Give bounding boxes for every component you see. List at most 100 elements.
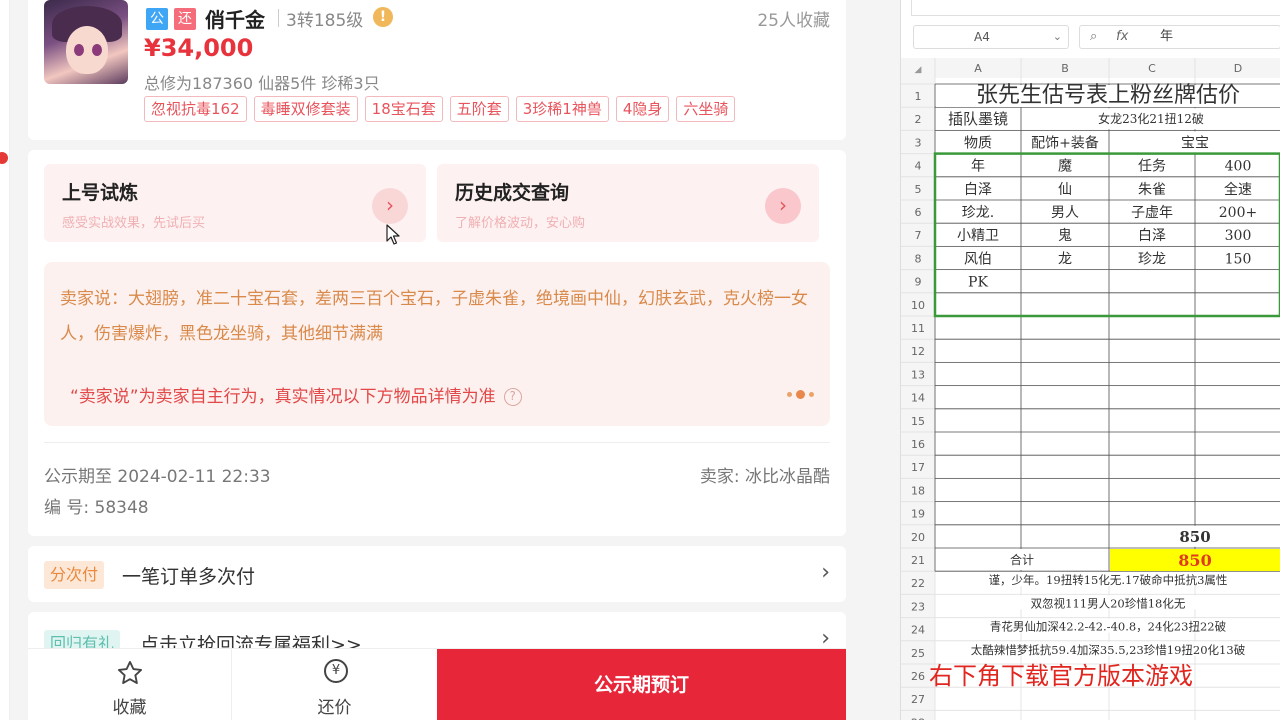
price-history-button[interactable]: 历史成交查询 了解价格波动，安心购 › <box>437 164 819 242</box>
cell-c20: 850 <box>1179 528 1210 546</box>
feature-chip: 18宝石套 <box>364 96 443 122</box>
row-number: 19 <box>911 508 925 521</box>
action-title: 历史成交查询 <box>455 182 570 204</box>
bottom-action-bar: 收藏 ¥ 还价 公示期预订 <box>28 648 846 720</box>
character-avatar <box>44 0 128 84</box>
table-cell: 风伯 <box>964 251 992 267</box>
table-cell: 魔 <box>1058 159 1072 175</box>
table-cell: 400 <box>1225 159 1252 175</box>
spreadsheet-window: A4 ⌄ ⌕ fx 年 A B C D ◢ 1 2 3 4 5 6 7 8 9 10 11 12 13 14 15 16 1… <box>900 0 1280 720</box>
help-icon[interactable]: ? <box>503 388 522 406</box>
select-all-icon: ◢ <box>915 65 922 75</box>
row-number: 20 <box>911 531 925 544</box>
divider <box>44 442 830 443</box>
row-number: 8 <box>915 252 922 265</box>
chevron-right-icon[interactable]: › <box>372 188 408 224</box>
table-cell: 150 <box>1225 251 1252 267</box>
table-cell: 珍龙. <box>962 205 994 221</box>
function-icon[interactable]: fx <box>1116 26 1128 48</box>
preorder-button[interactable]: 公示期预订 <box>437 649 846 720</box>
installment-tag: 分次付 <box>44 561 105 589</box>
public-tag: 公 <box>146 8 168 30</box>
cell-a3: 物质 <box>964 135 992 151</box>
column-header-C: C <box>1148 62 1156 75</box>
table-cell: PK <box>968 275 988 291</box>
table-cell: 200+ <box>1219 205 1257 221</box>
table-cell: 珍龙 <box>1138 251 1166 267</box>
cell-b3: 配饰+装备 <box>1031 134 1099 151</box>
formula-value: 年 <box>1160 29 1174 44</box>
row-number: 26 <box>911 670 925 683</box>
chevron-down-icon: ⌄ <box>1052 30 1062 43</box>
character-stats: 总修为187360 仙器5件 珍稀3只 <box>144 74 380 93</box>
note-line: 青花男仙加深42.2-42.-40.8，24化23扭22破 <box>990 620 1227 634</box>
row-number: 3 <box>915 136 922 149</box>
counter-offer-label: 还价 <box>317 698 352 718</box>
row-number: 25 <box>911 647 925 660</box>
search-icon: ⌕ <box>1090 29 1098 44</box>
formula-bar[interactable]: ⌕ fx 年 <box>1079 25 1280 49</box>
installment-text: 一笔订单多次付 <box>122 566 256 588</box>
column-header-D: D <box>1234 62 1242 75</box>
counter-offer-button[interactable]: ¥ 还价 <box>232 649 437 720</box>
table-cell: 仙 <box>1058 182 1072 198</box>
row-number: 15 <box>911 415 925 428</box>
row-number: 4 <box>915 160 922 173</box>
cell-c3: 宝宝 <box>1181 135 1209 151</box>
divider <box>278 9 279 27</box>
note-line: 太酷辣惜梦抵抗59.4加深35.5,23珍惜19扭20化13破 <box>971 643 1246 657</box>
row-number: 24 <box>911 624 925 637</box>
row-number: 22 <box>911 577 925 590</box>
product-summary-card[interactable]: 公 还 俏千金 3转185级 ! 25人收藏 ¥34,000 总修为187360… <box>28 0 846 140</box>
favorite-count: 25人收藏 <box>757 11 830 31</box>
table-cell: 年 <box>971 159 985 175</box>
row-number: 7 <box>915 229 922 242</box>
favorite-label: 收藏 <box>112 698 147 718</box>
row-number: 1 <box>915 90 922 103</box>
download-overlay-text: 右下角下载官方版本游戏 <box>929 662 1193 690</box>
row-number: 6 <box>915 206 922 219</box>
seller-disclaimer-text: “卖家说”为卖家自主行为，真实情况以下方物品详情为准 <box>70 387 496 407</box>
cell-grid[interactable]: A B C D ◢ 1 2 3 4 5 6 7 8 9 10 11 12 13 14 15 16 17 18 19 20 21 22… <box>901 58 1280 720</box>
row-number: 18 <box>911 484 925 497</box>
note-line: 谨，少年。19扭转15化无.17破命中抵抗3属性 <box>989 573 1228 587</box>
serial-number: 编 号: 58348 <box>44 498 149 518</box>
favorite-button[interactable]: 收藏 <box>28 649 232 720</box>
action-subtitle: 了解价格波动，安心购 <box>455 216 586 231</box>
note-line: 双忽视111男人20珍惜18化无 <box>1031 596 1186 610</box>
chevron-right-icon[interactable]: › <box>765 188 801 224</box>
sheet-title: 张先生估号表上粉丝牌估价 <box>976 83 1240 108</box>
warning-icon[interactable]: ! <box>373 7 393 27</box>
price: ¥34,000 <box>144 34 254 62</box>
table-cell: 全速 <box>1224 181 1252 198</box>
table-cell: 子虚年 <box>1131 205 1173 221</box>
row-number: 9 <box>915 276 922 289</box>
table-cell: 朱雀 <box>1138 182 1166 198</box>
row-number: 21 <box>911 554 925 567</box>
detail-card: 上号试炼 感受实战效果，先试后买 › 历史成交查询 了解价格波动，安心购 › 卖… <box>28 150 846 536</box>
chevron-right-icon: › <box>821 560 830 585</box>
return-tag: 还 <box>174 8 196 30</box>
seller-disclaimer: “卖家说”为卖家自主行为，真实情况以下方物品详情为准? <box>70 382 522 407</box>
trial-login-button[interactable]: 上号试炼 感受实战效果，先试后买 › <box>44 164 426 242</box>
row-number: 5 <box>915 183 922 196</box>
feature-chip: 六坐骑 <box>676 96 736 122</box>
installment-row[interactable]: 分次付 一笔订单多次付 › <box>28 546 846 602</box>
feature-chip: 4隐身 <box>615 96 670 122</box>
name-box[interactable]: A4 ⌄ <box>913 25 1069 49</box>
table-cell: 白泽 <box>1138 228 1166 244</box>
row-header-bar <box>901 58 935 720</box>
total-label: 合计 <box>1010 552 1034 567</box>
cell-a2: 插队墨镜 <box>948 110 1008 128</box>
seller-name[interactable]: 卖家: 冰比冰晶酷 <box>700 462 830 487</box>
row-number: 17 <box>911 461 925 474</box>
row-number: 23 <box>911 600 925 613</box>
table-cell: 300 <box>1225 228 1252 244</box>
table-cell: 龙 <box>1058 251 1072 267</box>
table-cell: 白泽 <box>964 182 992 198</box>
total-value: 850 <box>1178 551 1211 570</box>
feature-chip: 3珍稀1神兽 <box>515 96 609 122</box>
cell-grid-canvas[interactable]: A B C D◢12345678910111213141516171819202122… <box>901 58 1280 720</box>
row-number: 12 <box>911 345 925 358</box>
column-header-A: A <box>974 62 982 75</box>
